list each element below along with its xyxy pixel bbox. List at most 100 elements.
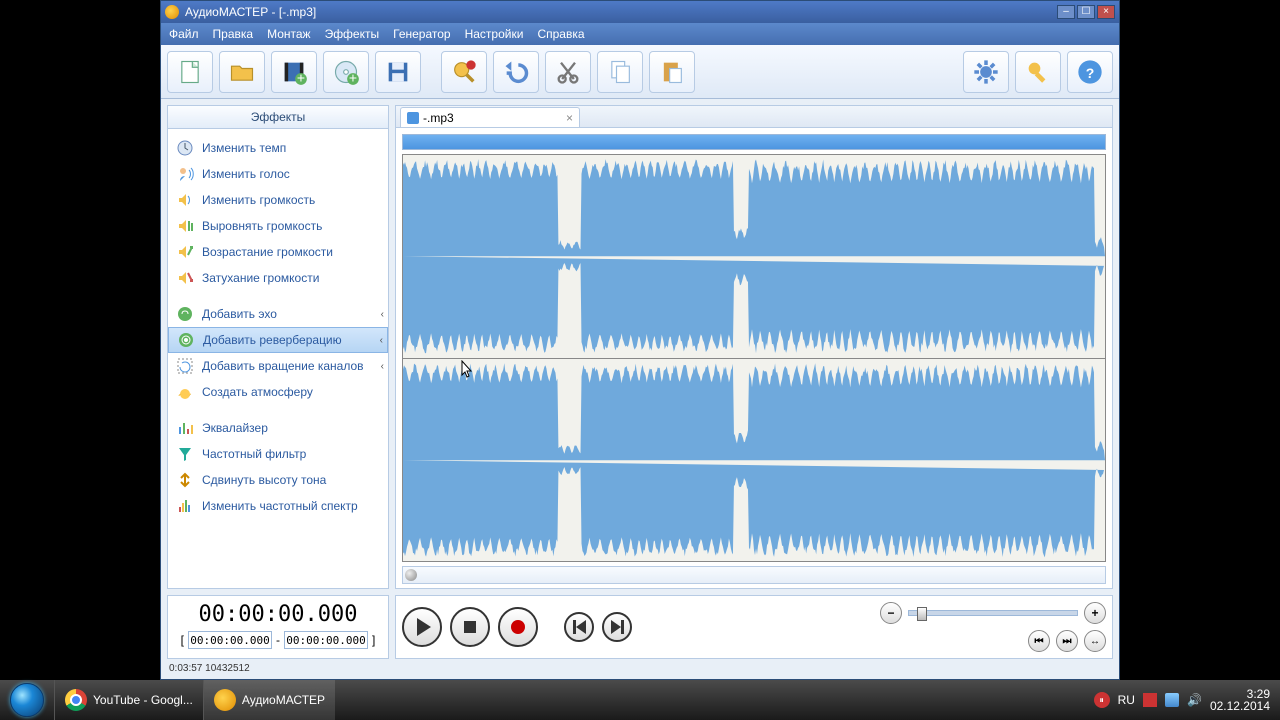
- app-icon: [165, 5, 179, 19]
- waveform-left[interactable]: [403, 155, 1105, 358]
- undo-button[interactable]: [493, 51, 539, 93]
- menu-file[interactable]: Файл: [169, 27, 199, 41]
- file-icon: [407, 112, 419, 124]
- eq-icon: [176, 419, 194, 437]
- fit-button[interactable]: ↔: [1084, 630, 1106, 652]
- file-tab[interactable]: -.mp3 ×: [400, 107, 580, 127]
- goto-end-button[interactable]: ⏭: [1056, 630, 1078, 652]
- pitch-icon: [176, 471, 194, 489]
- tray-volume-icon[interactable]: 🔊: [1187, 693, 1202, 707]
- cut-button[interactable]: [545, 51, 591, 93]
- taskbar-label: АудиоМАСТЕР: [242, 693, 325, 707]
- submenu-arrow-icon: ‹: [381, 361, 384, 372]
- menu-help[interactable]: Справка: [537, 27, 584, 41]
- tray-network-icon[interactable]: [1165, 693, 1179, 707]
- echo-icon: [176, 305, 194, 323]
- start-button[interactable]: [0, 680, 54, 720]
- tabs: -.mp3 ×: [396, 106, 1112, 128]
- save-button[interactable]: [375, 51, 421, 93]
- fx-label: Изменить темп: [202, 141, 286, 155]
- fx-item[interactable]: Частотный фильтр: [168, 441, 388, 467]
- fx-item[interactable]: Выровнять громкость: [168, 213, 388, 239]
- window-title: АудиоМАСТЕР - [-.mp3]: [185, 5, 316, 19]
- fx-item[interactable]: Добавить вращение каналов‹: [168, 353, 388, 379]
- open-button[interactable]: [219, 51, 265, 93]
- selection-end-input[interactable]: [284, 631, 368, 649]
- taskbar-item[interactable]: АудиоМАСТЕР: [203, 680, 335, 720]
- zoom-in-button[interactable]: +: [1084, 602, 1106, 624]
- fx-label: Возрастание громкости: [202, 245, 333, 259]
- menu-generator[interactable]: Генератор: [393, 27, 450, 41]
- fx-item[interactable]: Затухание громкости: [168, 265, 388, 291]
- effects-list: Изменить темп Изменить голос Изменить гром…: [167, 129, 389, 589]
- paste-button[interactable]: [649, 51, 695, 93]
- settings-button[interactable]: [963, 51, 1009, 93]
- menu-edit[interactable]: Правка: [213, 27, 254, 41]
- time-display: 00:00:00.000: [199, 602, 358, 627]
- fx-label: Частотный фильтр: [202, 447, 306, 461]
- fx-item[interactable]: Изменить громкость: [168, 187, 388, 213]
- prev-button[interactable]: [564, 612, 594, 642]
- menu-effects[interactable]: Эффекты: [325, 27, 380, 41]
- close-button[interactable]: ×: [1097, 5, 1115, 19]
- import-video-button[interactable]: +: [271, 51, 317, 93]
- overview-bar[interactable]: [402, 134, 1106, 150]
- play-button[interactable]: [402, 607, 442, 647]
- tray-lang-icon[interactable]: RU: [1118, 693, 1135, 707]
- menu-montage[interactable]: Монтаж: [267, 27, 311, 41]
- fx-label: Добавить реверберацию: [203, 333, 342, 347]
- stop-button[interactable]: [450, 607, 490, 647]
- start-orb-icon: [10, 683, 44, 717]
- vol-eq-icon: [176, 217, 194, 235]
- new-button[interactable]: [167, 51, 213, 93]
- spectrum-icon: [176, 497, 194, 515]
- tray-flag-icon[interactable]: [1143, 693, 1157, 707]
- tray-clock[interactable]: 3:29 02.12.2014: [1210, 688, 1270, 712]
- fx-item[interactable]: Изменить частотный спектр: [168, 493, 388, 519]
- fx-label: Сдвинуть высоту тона: [202, 473, 326, 487]
- tab-close-button[interactable]: ×: [566, 111, 573, 125]
- fx-label: Эквалайзер: [202, 421, 268, 435]
- fx-item[interactable]: Изменить темп: [168, 135, 388, 161]
- fx-item[interactable]: Добавить эхо‹: [168, 301, 388, 327]
- filter-icon: [176, 445, 194, 463]
- zoom-slider[interactable]: [908, 610, 1078, 616]
- copy-button[interactable]: [597, 51, 643, 93]
- next-button[interactable]: [602, 612, 632, 642]
- fx-item[interactable]: Возрастание громкости: [168, 239, 388, 265]
- scrub-bar[interactable]: [402, 566, 1106, 584]
- fx-label: Создать атмосферу: [202, 385, 313, 399]
- fx-item[interactable]: Создать атмосферу: [168, 379, 388, 405]
- fx-label: Затухание громкости: [202, 271, 319, 285]
- zoom-out-button[interactable]: −: [880, 602, 902, 624]
- minimize-button[interactable]: –: [1057, 5, 1075, 19]
- taskbar: YouTube - Googl... АудиоМАСТЕР ⏸ RU 🔊 3:2…: [0, 680, 1280, 720]
- submenu-arrow-icon: ‹: [380, 335, 383, 346]
- fx-label: Изменить голос: [202, 167, 290, 181]
- record-button[interactable]: [441, 51, 487, 93]
- system-tray: ⏸ RU 🔊 3:29 02.12.2014: [1084, 688, 1280, 712]
- taskbar-item[interactable]: YouTube - Googl...: [54, 680, 203, 720]
- waveform-area[interactable]: [402, 154, 1106, 562]
- register-button[interactable]: [1015, 51, 1061, 93]
- sidebar-title: Эффекты: [167, 105, 389, 129]
- selection-start-input[interactable]: [188, 631, 272, 649]
- fx-item[interactable]: Изменить голос: [168, 161, 388, 187]
- help-button[interactable]: ?: [1067, 51, 1113, 93]
- time-panel: 00:00:00.000 [ - ]: [167, 595, 389, 659]
- rec-button[interactable]: [498, 607, 538, 647]
- fx-item[interactable]: Эквалайзер: [168, 415, 388, 441]
- menu-settings[interactable]: Настройки: [465, 27, 524, 41]
- import-cd-button[interactable]: +: [323, 51, 369, 93]
- fx-item[interactable]: Добавить реверберацию ‹: [168, 327, 388, 353]
- rotate-icon: [176, 357, 194, 375]
- taskbar-label: YouTube - Googl...: [93, 693, 193, 707]
- zoom-handle[interactable]: [917, 607, 927, 621]
- waveform-right[interactable]: [403, 358, 1105, 562]
- goto-start-button[interactable]: ⏮: [1028, 630, 1050, 652]
- fx-label: Изменить громкость: [202, 193, 315, 207]
- scrub-handle[interactable]: [405, 569, 417, 581]
- tray-media-icon[interactable]: ⏸: [1094, 692, 1110, 708]
- maximize-button[interactable]: ☐: [1077, 5, 1095, 19]
- fx-item[interactable]: Сдвинуть высоту тона: [168, 467, 388, 493]
